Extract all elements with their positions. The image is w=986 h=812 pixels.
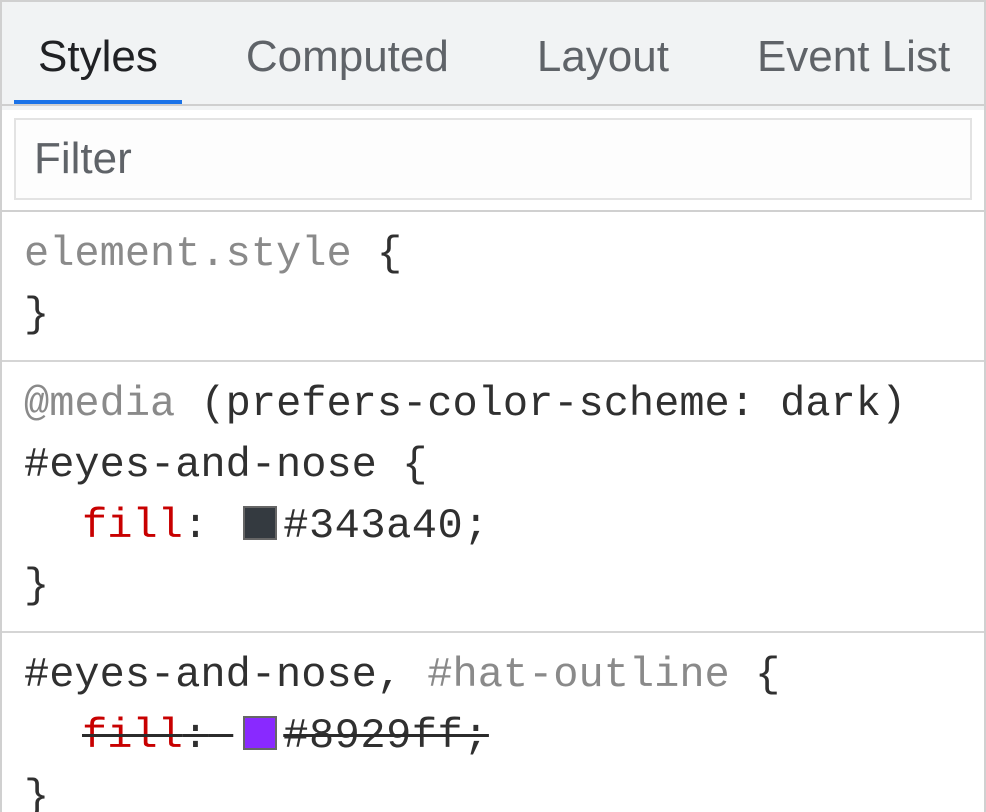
media-condition: (prefers-color-scheme: dark) <box>200 380 906 428</box>
declaration-value: #8929ff; <box>283 712 489 760</box>
rule-media-dark[interactable]: @media (prefers-color-scheme: dark) #eye… <box>2 362 984 634</box>
tab-computed[interactable]: Computed <box>246 4 449 104</box>
declaration-value: #343a40; <box>283 502 489 550</box>
declaration-colon: : <box>183 502 208 550</box>
color-swatch-icon[interactable] <box>243 506 277 540</box>
filter-row <box>2 106 984 212</box>
rule-eyes-and-nose-hat-outline[interactable]: #eyes-and-nose, #hat-outline { fill: #89… <box>2 633 984 812</box>
declaration-property: fill <box>82 502 183 550</box>
rule-selector-line: #eyes-and-nose { <box>24 435 962 496</box>
declaration-colon: : <box>183 712 208 760</box>
media-keyword: @media <box>24 380 175 428</box>
tab-layout[interactable]: Layout <box>537 4 669 104</box>
open-brace: { <box>402 441 427 489</box>
filter-input[interactable] <box>14 118 972 200</box>
media-line: @media (prefers-color-scheme: dark) <box>24 374 962 435</box>
open-brace: { <box>755 651 780 699</box>
close-brace: } <box>24 562 49 610</box>
declaration-overridden[interactable]: fill: #8929ff; <box>24 706 962 767</box>
close-brace-line: } <box>24 556 962 617</box>
rule-selector-line: #eyes-and-nose, #hat-outline { <box>24 645 962 706</box>
close-brace: } <box>24 291 49 339</box>
styles-tabbar: Styles Computed Layout Event List <box>2 2 984 106</box>
selector-comma: , <box>377 651 427 699</box>
rule-selector-secondary: #hat-outline <box>427 651 729 699</box>
close-brace-line: } <box>24 767 962 812</box>
declaration-property: fill <box>82 712 183 760</box>
styles-rule-list: element.style { } @media (prefers-color-… <box>2 212 984 812</box>
close-brace-line: } <box>24 285 962 346</box>
close-brace: } <box>24 773 49 812</box>
open-brace-char: { <box>377 230 402 278</box>
rule-selector-line: element.style { <box>24 224 962 285</box>
rule-selector: #eyes-and-nose <box>24 441 377 489</box>
tab-event-listeners[interactable]: Event List <box>757 4 950 104</box>
tab-styles[interactable]: Styles <box>38 4 158 104</box>
color-swatch-icon[interactable] <box>243 716 277 750</box>
rule-selector: element.style <box>24 230 352 278</box>
declaration[interactable]: fill: #343a40; <box>24 496 962 557</box>
rule-selector-primary: #eyes-and-nose <box>24 651 377 699</box>
rule-element-style[interactable]: element.style { } <box>2 212 984 362</box>
